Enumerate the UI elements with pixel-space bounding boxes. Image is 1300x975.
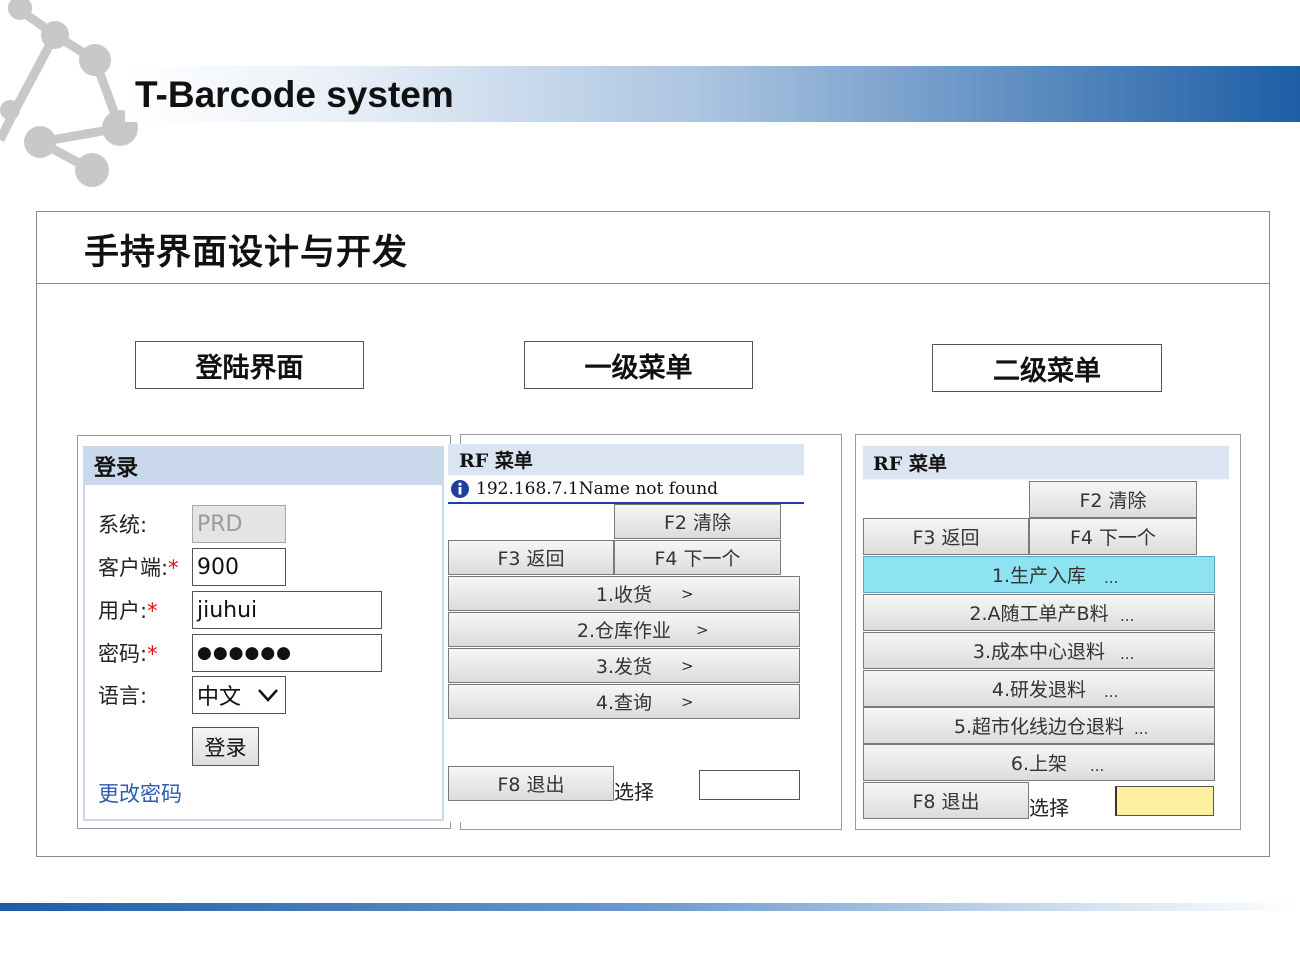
menu2-item[interactable]: 2.A随工单产B料 ... [863,594,1215,631]
menu2-item[interactable]: 6.上架 ... [863,744,1215,781]
client-label: 客户端:* [98,556,179,580]
page-title: T-Barcode system [135,74,454,115]
f8-exit-button[interactable]: F8 退出 [863,782,1029,819]
menu1-title: RF 菜单 [459,450,533,472]
frame-divider [36,283,1270,284]
menu1-info-bar: 192.168.7.1Name not found [448,476,804,504]
select-label: 选择 [614,780,654,804]
menu2-item[interactable]: 5.超市化线边仓退料 ... [863,707,1215,744]
more-icon: ... [1120,645,1135,663]
menu-item-label: 2.A随工单产B料 [969,603,1109,625]
f4-next-button[interactable]: F4 下一个 [1029,518,1197,555]
menu1-item[interactable]: 1.收货 > [448,576,800,611]
user-label: 用户:* [98,599,158,623]
more-icon: ... [1090,757,1105,775]
language-label: 语言: [98,684,148,708]
more-icon: ... [1104,569,1119,587]
password-label: 密码:* [98,642,158,666]
chevron-right-icon: > [681,656,694,675]
menu1-titlebar: RF 菜单 [448,444,804,475]
login-titlebar: 登录 [84,447,443,485]
system-field[interactable]: PRD [192,505,286,543]
menu2-item[interactable]: 3.成本中心退料 ... [863,632,1215,669]
menu1-item[interactable]: 2.仓库作业 > [448,612,800,647]
more-icon: ... [1120,607,1135,625]
menu2-title: RF 菜单 [873,453,947,475]
f3-back-button[interactable]: F3 返回 [448,540,614,575]
f2-clear-button[interactable]: F2 清除 [1029,481,1197,518]
menu1-item[interactable]: 4.查询 > [448,684,800,719]
select-input[interactable] [699,770,800,800]
select-input[interactable] [1115,786,1214,816]
more-icon: ... [1104,683,1119,701]
client-field[interactable]: 900 [192,548,286,586]
change-password-link[interactable]: 更改密码 [98,778,182,808]
label-login-screen: 登陆界面 [135,341,364,389]
language-value: 中文 [197,685,242,710]
menu2-titlebar: RF 菜单 [863,446,1229,479]
required-mark: * [168,556,179,580]
required-mark: * [147,599,158,623]
menu1-item[interactable]: 3.发货 > [448,648,800,683]
label-first-menu: 一级菜单 [524,341,753,389]
chevron-right-icon: > [696,620,709,639]
more-icon: ... [1134,720,1149,738]
f3-back-button[interactable]: F3 返回 [863,518,1029,555]
chevron-right-icon: > [681,584,694,603]
menu-item-label: 4.研发退料 [991,679,1087,701]
bottom-band [0,903,1300,911]
system-label: 系统: [98,513,148,537]
chevron-right-icon: > [681,692,694,711]
menu-item-label: 4.查询 [595,692,653,714]
select-label: 选择 [1029,796,1069,820]
menu-item-label: 1.生产入库 [991,565,1087,587]
f8-exit-button[interactable]: F8 退出 [448,766,614,801]
menu-item-label: 5.超市化线边仓退料 [953,716,1125,738]
label-second-menu: 二级菜单 [932,344,1162,392]
menu-item-label: 1.收货 [595,584,653,606]
login-title: 登录 [94,455,139,481]
user-field[interactable]: jiuhui [192,591,382,629]
menu2-item-selected[interactable]: 1.生产入库 ... [863,556,1215,593]
info-icon [451,480,469,498]
password-field[interactable]: ●●●●●● [192,634,382,672]
info-message: 192.168.7.1Name not found [476,479,719,499]
menu-item-label: 2.仓库作业 [576,620,672,642]
required-mark: * [147,642,158,666]
section-title: 手持界面设计与开发 [84,233,409,273]
f4-next-button[interactable]: F4 下一个 [614,540,781,575]
chevron-down-icon [258,689,278,702]
menu-item-label: 3.成本中心退料 [972,641,1106,663]
menu2-item[interactable]: 4.研发退料 ... [863,670,1215,707]
menu-item-label: 3.发货 [595,656,653,678]
f2-clear-button[interactable]: F2 清除 [614,504,781,539]
language-select[interactable]: 中文 [192,676,286,714]
menu-item-label: 6.上架 [1010,753,1068,775]
login-button[interactable]: 登录 [192,727,259,766]
